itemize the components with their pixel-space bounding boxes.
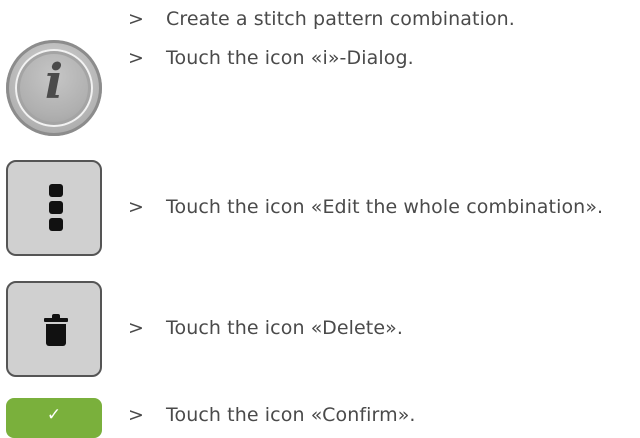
step-text: Touch the icon «i»-Dialog. xyxy=(166,47,414,69)
step-touch-delete: > Touch the icon «Delete». xyxy=(128,316,403,340)
info-icon: i xyxy=(44,54,64,110)
info-button[interactable]: i xyxy=(6,40,102,136)
step-text: Create a stitch pattern combination. xyxy=(166,8,515,30)
step-marker: > xyxy=(128,404,145,426)
step-touch-info: > Touch the icon «i»-Dialog. xyxy=(128,46,414,70)
step-create-combination: > Create a stitch pattern combination. xyxy=(128,7,515,31)
step-text: Touch the icon «Edit the whole combinati… xyxy=(166,196,604,218)
step-touch-edit: > Touch the icon «Edit the whole combinat… xyxy=(128,195,603,219)
edit-combination-button[interactable] xyxy=(6,160,102,256)
step-marker: > xyxy=(128,317,145,339)
step-text: Touch the icon «Delete». xyxy=(166,317,404,339)
trash-icon xyxy=(44,314,68,346)
delete-button[interactable] xyxy=(6,281,102,377)
vertical-ellipsis-icon xyxy=(49,184,63,235)
step-marker: > xyxy=(128,196,145,218)
confirm-button[interactable]: ✓ xyxy=(6,398,102,438)
step-marker: > xyxy=(128,8,145,30)
step-marker: > xyxy=(128,47,145,69)
step-text: Touch the icon «Confirm». xyxy=(166,404,416,426)
step-touch-confirm: > Touch the icon «Confirm». xyxy=(128,403,416,427)
checkmark-icon: ✓ xyxy=(46,405,62,425)
